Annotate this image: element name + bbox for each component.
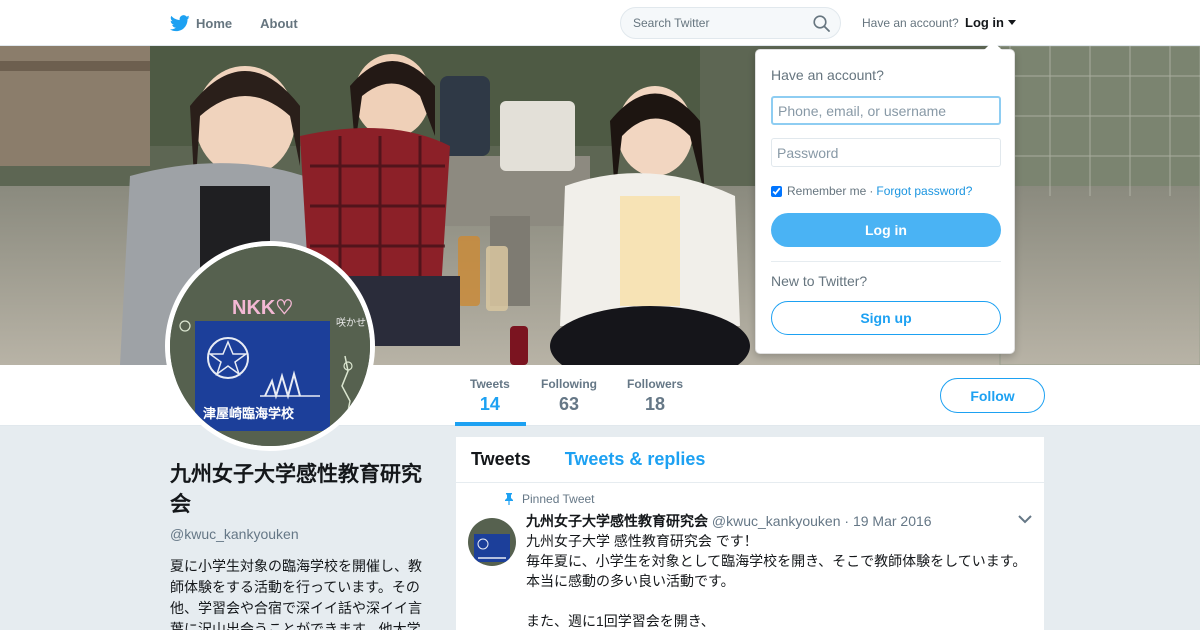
- login-dropdown-toggle[interactable]: Log in: [965, 15, 1016, 30]
- pin-icon: [505, 493, 513, 505]
- tweet-text: 九州女子大学 感性教育研究会 です！ 毎年夏に、小学生を対象として臨海学校を開き…: [526, 531, 1036, 630]
- tweet-line: 九州女子大学 感性教育研究会 です！: [526, 533, 758, 549]
- profile-card: 九州女子大学感性教育研究会 @kwuc_kankyouken 夏に小学生対象の臨…: [170, 460, 430, 630]
- chevron-down-icon[interactable]: [1018, 515, 1032, 524]
- forgot-password-link[interactable]: Forgot password?: [876, 184, 972, 198]
- follow-button[interactable]: Follow: [940, 378, 1045, 413]
- avatar-banner-text: 津屋崎臨海学校: [203, 406, 295, 422]
- stat-following[interactable]: Following 63: [541, 377, 597, 415]
- nav-about-label: About: [260, 15, 298, 31]
- avatar-corner-text: 咲かせ: [336, 316, 366, 329]
- nav-home-label: Home: [196, 15, 233, 31]
- login-dropdown: Have an account? Remember me · Forgot pa…: [755, 41, 1015, 354]
- tweet-author-name[interactable]: 九州女子大学感性教育研究会: [526, 513, 708, 529]
- password-input[interactable]: [771, 138, 1001, 167]
- pinned-tweet-label: Pinned Tweet: [522, 492, 595, 506]
- profile-name[interactable]: 九州女子大学感性教育研究会: [170, 460, 430, 520]
- tweet-line: 本当に感動の多い良い活動です。: [526, 573, 735, 589]
- timeline: Tweets Tweets & replies Pinned Tweet 九州女…: [456, 437, 1044, 630]
- tweet-line: また、週に1回学習会を開き、: [526, 613, 715, 629]
- stat-tweets[interactable]: Tweets 14: [470, 377, 510, 415]
- twitter-bird-icon: [170, 14, 190, 31]
- active-stat-underline: [455, 422, 526, 426]
- timeline-tabs: Tweets Tweets & replies: [456, 437, 1044, 483]
- username-input[interactable]: [771, 96, 1001, 125]
- stat-followers-label: Followers: [627, 377, 684, 391]
- tab-tweets-and-replies[interactable]: Tweets & replies: [565, 449, 706, 470]
- separator-dot: ·: [869, 184, 874, 198]
- profile-avatar[interactable]: NKK♡ 咲かせ 津屋崎臨海学校: [165, 241, 375, 451]
- tweet-avatar-image: [468, 518, 516, 566]
- stat-tweets-value: 14: [479, 394, 500, 414]
- avatar-image: NKK♡ 咲かせ 津屋崎臨海学校: [170, 246, 370, 446]
- signup-button[interactable]: Sign up: [771, 301, 1001, 335]
- remember-me-label[interactable]: Remember me: [787, 184, 866, 198]
- tweet-avatar[interactable]: [468, 518, 516, 566]
- search-icon[interactable]: [813, 15, 830, 32]
- login-button[interactable]: Log in: [771, 213, 1001, 247]
- login-dropdown-title: Have an account?: [771, 67, 884, 83]
- new-to-twitter-text: New to Twitter?: [771, 273, 868, 289]
- nav-left: Home About: [170, 0, 326, 46]
- nav-about[interactable]: About: [260, 16, 298, 31]
- remember-row: Remember me · Forgot password?: [771, 184, 972, 198]
- stat-tweets-label: Tweets: [470, 377, 510, 391]
- stat-following-value: 63: [558, 394, 580, 414]
- stat-followers[interactable]: Followers 18: [627, 377, 683, 415]
- tweet-item[interactable]: Pinned Tweet 九州女子大学感性教育研究会 @kwuc_kankyou…: [456, 483, 1044, 629]
- avatar-top-text: NKK♡: [232, 297, 293, 319]
- tweet-header: 九州女子大学感性教育研究会 @kwuc_kankyouken · 19 Mar …: [526, 511, 932, 531]
- stat-following-label: Following: [541, 377, 597, 391]
- pinned-tweet-label-row: Pinned Tweet: [504, 492, 595, 506]
- remember-me-checkbox[interactable]: [771, 185, 782, 197]
- tab-tweets[interactable]: Tweets: [471, 449, 531, 470]
- nav-home[interactable]: Home: [170, 14, 233, 32]
- login-link-label: Log in: [965, 15, 1004, 30]
- dropdown-divider: [771, 261, 1001, 262]
- profile-handle[interactable]: @kwuc_kankyouken: [170, 526, 430, 542]
- profile-bio: 夏に小学生対象の臨海学校を開催し、教師体験をする活動を行っています。その他、学習…: [170, 558, 422, 630]
- search-box: [620, 7, 841, 39]
- top-navigation-bar: Home About Have an account? Log in: [0, 0, 1200, 46]
- tweet-date[interactable]: · 19 Mar 2016: [844, 513, 931, 529]
- stat-followers-value: 18: [644, 394, 666, 414]
- tweet-line: 毎年夏に、小学生を対象として臨海学校を開き、そこで教師体験をしています。: [526, 553, 1027, 569]
- tweet-line: [526, 591, 1036, 611]
- tweet-author-handle[interactable]: @kwuc_kankyouken: [712, 513, 841, 529]
- search-input[interactable]: [621, 8, 801, 38]
- have-account-text: Have an account?: [862, 16, 959, 30]
- caret-down-icon: [1008, 20, 1016, 25]
